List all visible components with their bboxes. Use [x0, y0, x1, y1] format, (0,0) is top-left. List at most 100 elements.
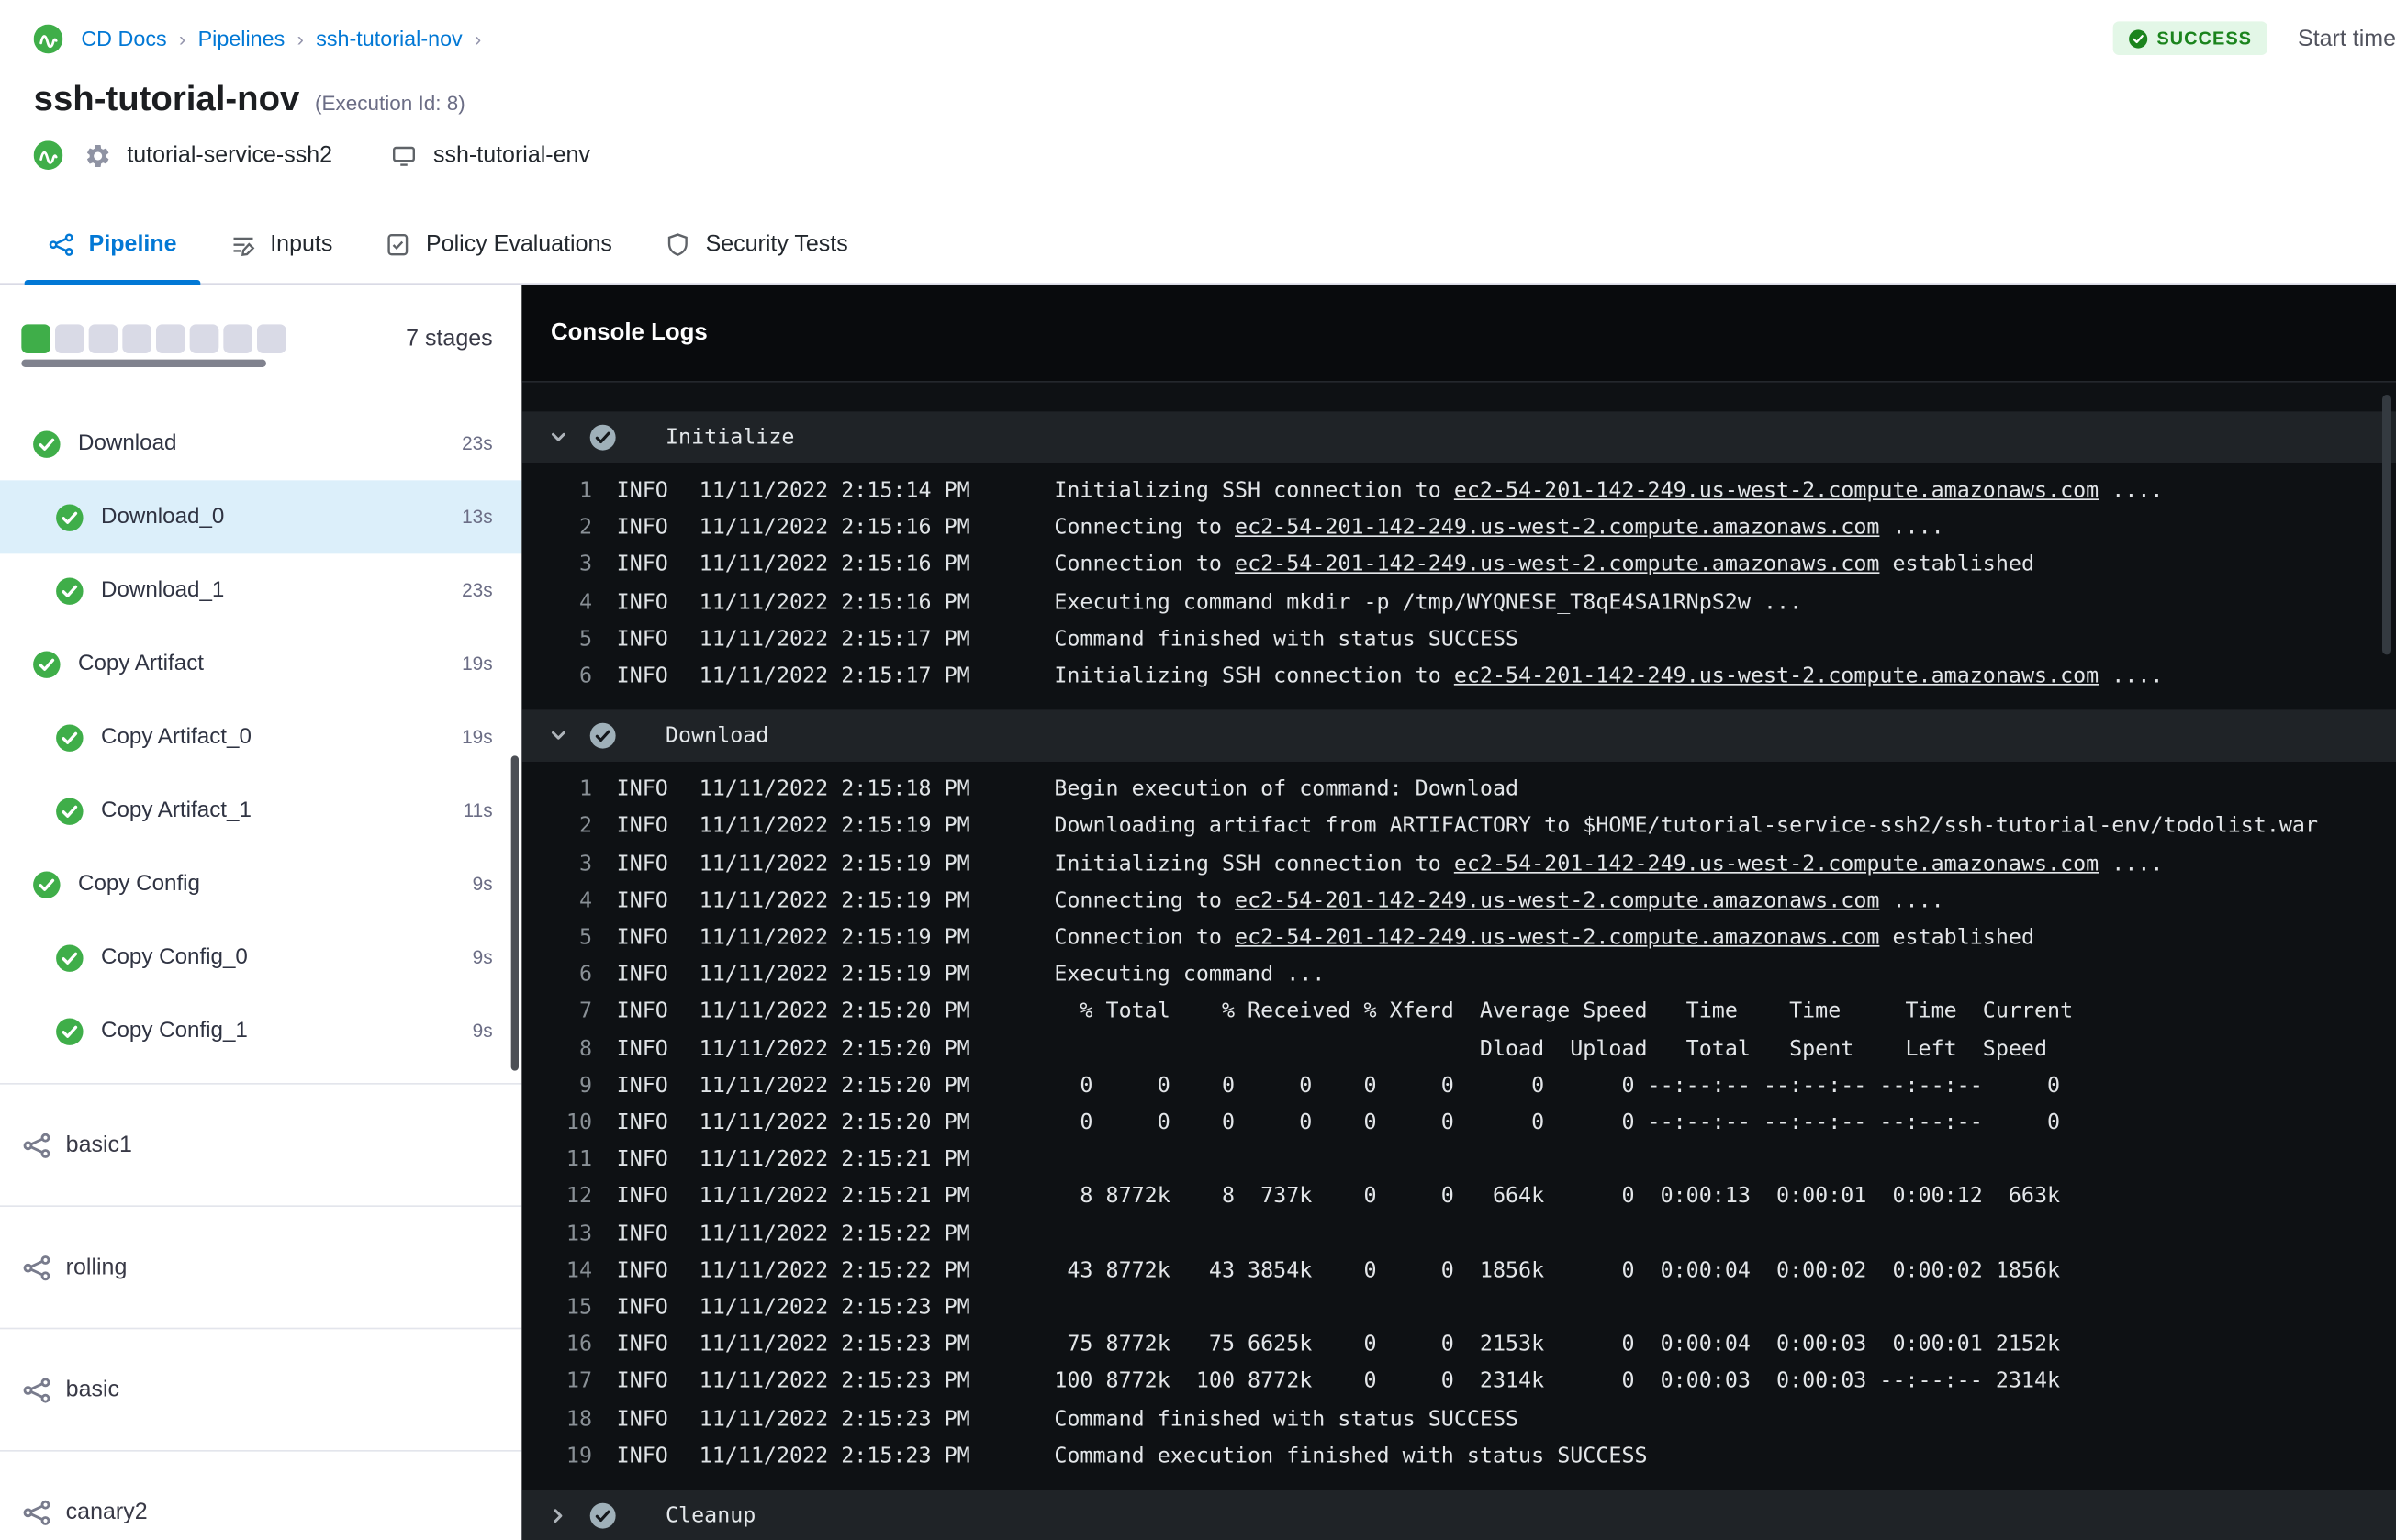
stage-item-copy-artifact[interactable]: Copy Artifact 19s [0, 627, 521, 700]
start-time-label: Start time [2298, 25, 2396, 51]
stage-item-download-1[interactable]: Download_1 23s [0, 553, 521, 627]
stage-duration: 9s [472, 873, 493, 896]
stage-item-copy-config-1[interactable]: Copy Config_1 9s [0, 994, 521, 1067]
breadcrumb-row: CD Docs › Pipelines › ssh-tutorial-nov › SUCC… [0, 0, 2396, 56]
tab-security-tests[interactable]: Security Tests [638, 205, 874, 283]
stage-item-download-0[interactable]: Download_0 13s [0, 480, 522, 554]
log-line: 12 INFO 11/11/2022 2:15:21 PM 8 8772k 8 73… [521, 1178, 2396, 1215]
log-host-link[interactable]: ec2-54-201-142-249.us-west-2.compute.ama… [1454, 479, 2099, 504]
log-level: INFO [616, 999, 668, 1024]
log-text: % Total % Received % Xferd Average Speed… [1054, 999, 2074, 1024]
log-section-header-download[interactable]: Download [521, 709, 2396, 763]
pipeline-item-rolling[interactable]: rolling [0, 1207, 522, 1330]
tab-label: Inputs [270, 230, 333, 258]
pipeline-icon [21, 1130, 51, 1160]
stage-progress-segment [223, 324, 253, 354]
chevron-down-icon[interactable] [546, 724, 571, 749]
log-line: 17 INFO 11/11/2022 2:15:23 PM 100 8772k 100… [521, 1364, 2396, 1401]
log-line-number: 1 [578, 777, 593, 802]
log-level: INFO [616, 552, 668, 578]
main-content: 7 stages Download 23s Download_0 13s Downloa… [0, 285, 2396, 1540]
stage-item-copy-artifact-1[interactable]: Copy Artifact_1 11s [0, 774, 521, 847]
chevron-right-icon[interactable] [546, 1503, 571, 1528]
log-message: % Total % Received % Xferd Average Speed… [1054, 993, 2073, 1030]
log-host-link[interactable]: ec2-54-201-142-249.us-west-2.compute.ama… [1235, 888, 1879, 913]
breadcrumb-link-ssh-tutorial-nov[interactable]: ssh-tutorial-nov [316, 26, 463, 50]
log-text: 75 8772k 75 6625k 0 0 2153k 0 0:00:04 0:… [1054, 1333, 2061, 1357]
log-line-number: 4 [578, 888, 593, 913]
stage-item-copy-config[interactable]: Copy Config 9s [0, 847, 521, 921]
breadcrumb-link-cd-docs[interactable]: CD Docs [81, 26, 166, 50]
title-row: ssh-tutorial-nov (Execution Id: 8) [0, 78, 2396, 119]
pipeline-item-canary2[interactable]: canary2 [0, 1452, 521, 1540]
log-message: Connecting to ec2-54-201-142-249.us-west… [1054, 509, 1943, 546]
log-line: 3 INFO 11/11/2022 2:15:16 PM Connection to … [521, 547, 2396, 584]
console-logs-panel: Console Logs Initialize 1 INFO 11/11/2022 2… [521, 285, 2396, 1540]
log-line: 5 INFO 11/11/2022 2:15:19 PM Connection to … [521, 920, 2396, 956]
log-line-number: 11 [565, 1147, 593, 1173]
log-message: Initializing SSH connection to ec2-54-20… [1054, 473, 2163, 509]
stage-label: Copy Artifact [78, 652, 205, 676]
log-timestamp: 11/11/2022 2:15:17 PM [699, 664, 970, 689]
stage-duration: 23s [462, 579, 493, 602]
log-line-number: 6 [578, 664, 593, 689]
harness-logo-icon [33, 140, 63, 171]
tab-pipeline[interactable]: Pipeline [21, 205, 203, 285]
log-host-link[interactable]: ec2-54-201-142-249.us-west-2.compute.ama… [1235, 516, 1879, 541]
log-section-header-initialize[interactable]: Initialize [521, 411, 2396, 464]
pipeline-item-basic1[interactable]: basic1 [0, 1085, 522, 1208]
log-section-title: Download [666, 723, 769, 749]
breadcrumb-separator: › [179, 27, 186, 50]
success-check-icon [2128, 28, 2148, 49]
log-text: established [1879, 925, 2035, 951]
log-line-number: 5 [578, 627, 593, 652]
minimap-scrollbar[interactable] [21, 359, 267, 368]
stage-progress-segment [122, 324, 152, 354]
tab-policy-evaluations[interactable]: Policy Evaluations [359, 205, 639, 283]
stage-label: Copy Artifact_0 [101, 725, 252, 750]
log-message: Dload Upload Total Spent Left Speed [1054, 1031, 2047, 1067]
log-line: 16 INFO 11/11/2022 2:15:23 PM 75 8772k 75 … [521, 1326, 2396, 1363]
log-line: 4 INFO 11/11/2022 2:15:16 PM Executing comm… [521, 584, 2396, 620]
sidebar-scrollbar[interactable] [510, 755, 520, 1071]
log-section-header-cleanup[interactable]: Cleanup [521, 1490, 2396, 1540]
gear-icon [84, 141, 112, 169]
log-host-link[interactable]: ec2-54-201-142-249.us-west-2.compute.ama… [1235, 552, 1879, 577]
log-host-link[interactable]: ec2-54-201-142-249.us-west-2.compute.ama… [1454, 852, 2099, 876]
log-message: 75 8772k 75 6625k 0 0 2153k 0 0:00:04 0:… [1054, 1326, 2060, 1363]
success-check-icon [55, 943, 84, 973]
log-text: Downloading artifact from ARTIFACTORY to… [1054, 814, 2319, 840]
environment-name[interactable]: ssh-tutorial-env [433, 142, 590, 168]
service-name[interactable]: tutorial-service-ssh2 [127, 142, 332, 168]
success-check-icon [55, 723, 84, 753]
log-timestamp: 11/11/2022 2:15:19 PM [699, 962, 970, 988]
log-line: 2 INFO 11/11/2022 2:15:19 PM Downloading ar… [521, 809, 2396, 845]
log-text: .... [2099, 851, 2164, 876]
log-host-link[interactable]: ec2-54-201-142-249.us-west-2.compute.ama… [1454, 664, 2099, 688]
pipeline-item-basic[interactable]: basic [0, 1329, 522, 1452]
tab-inputs[interactable]: Inputs [203, 205, 359, 283]
tab-label: Pipeline [88, 230, 177, 258]
log-text: Command execution finished with status S… [1054, 1444, 1648, 1468]
log-text: .... [1879, 888, 1944, 913]
chevron-down-icon[interactable] [546, 425, 571, 450]
stage-list: Download 23s Download_0 13s Download_1 23s Cop… [0, 407, 522, 1067]
breadcrumb-separator: › [475, 27, 482, 50]
stage-duration: 11s [463, 799, 493, 822]
log-line-number: 18 [565, 1406, 593, 1432]
log-level: INFO [616, 1036, 668, 1062]
stage-item-copy-config-0[interactable]: Copy Config_0 9s [0, 921, 521, 994]
log-host-link[interactable]: ec2-54-201-142-249.us-west-2.compute.ama… [1235, 925, 1879, 950]
log-timestamp: 11/11/2022 2:15:23 PM [699, 1444, 970, 1468]
console-scrollbar[interactable] [2382, 395, 2392, 655]
success-check-icon [32, 870, 62, 899]
stage-item-download[interactable]: Download 23s [0, 407, 521, 480]
log-message: Begin execution of command: Download [1054, 771, 1518, 808]
pipeline-item-label: canary2 [65, 1499, 148, 1525]
breadcrumb-link-pipelines[interactable]: Pipelines [198, 26, 286, 50]
page-header: CD Docs › Pipelines › ssh-tutorial-nov › SUCC… [0, 0, 2396, 285]
log-timestamp: 11/11/2022 2:15:20 PM [699, 999, 970, 1024]
stage-label: Download [78, 431, 177, 456]
stage-item-copy-artifact-0[interactable]: Copy Artifact_0 19s [0, 700, 521, 774]
log-level: INFO [616, 1073, 668, 1099]
